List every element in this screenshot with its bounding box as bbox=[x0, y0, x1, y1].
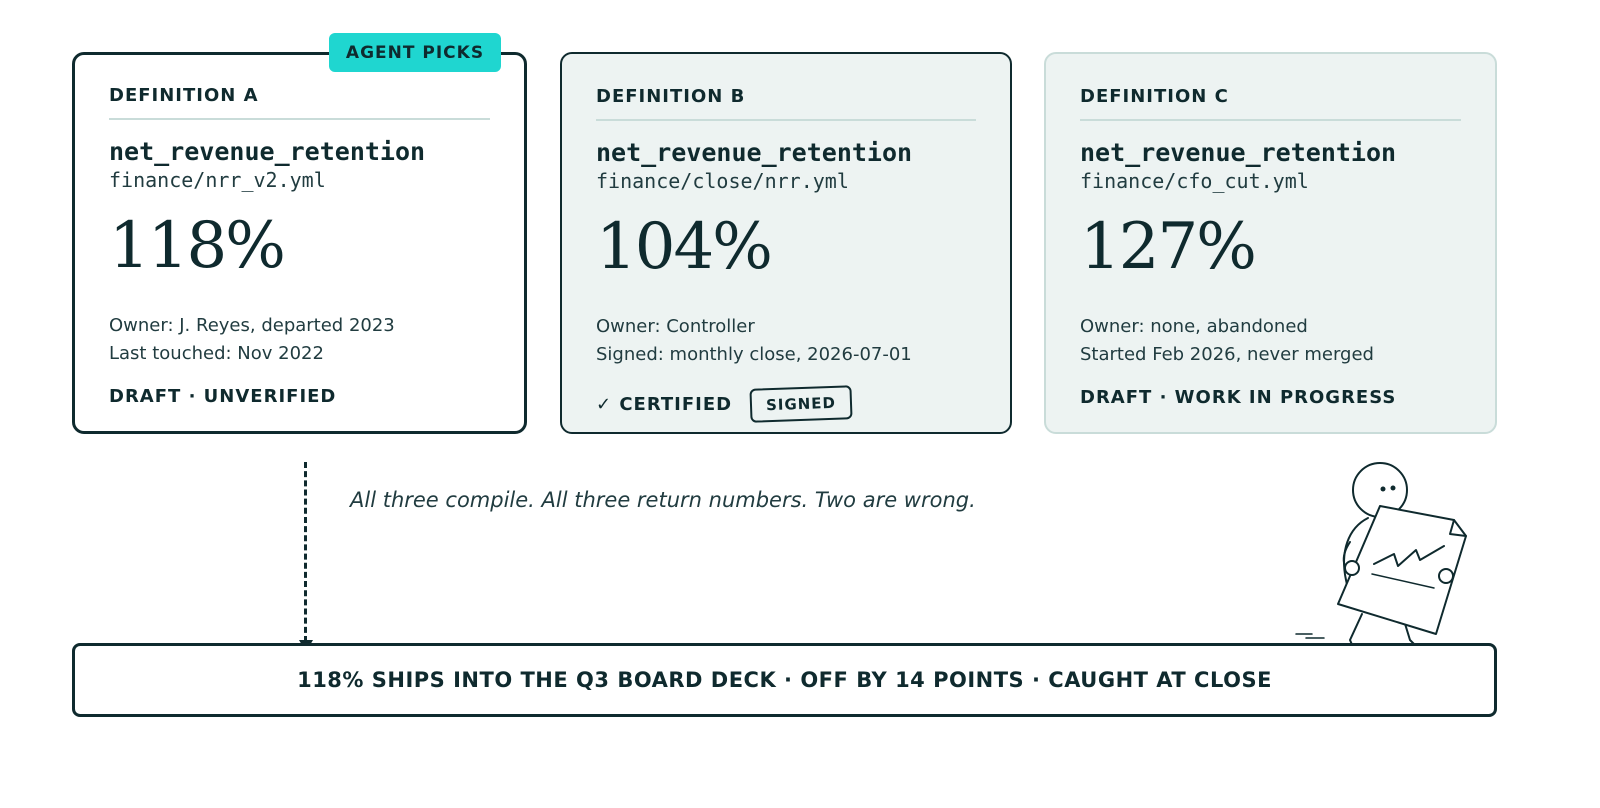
status-text: ✓ CERTIFIED bbox=[596, 393, 733, 415]
definition-c-card: DEFINITION C net_revenue_retention finan… bbox=[1044, 52, 1497, 434]
definition-a-card: DEFINITION A net_revenue_retention finan… bbox=[72, 52, 527, 434]
metric-name: net_revenue_retention bbox=[109, 137, 426, 166]
started-text: Started Feb 2026, never merged bbox=[1080, 344, 1374, 365]
dashed-arrow-line bbox=[304, 462, 307, 642]
card-label: DEFINITION A bbox=[109, 85, 490, 120]
result-banner: 118% SHIPS INTO THE Q3 BOARD DECK · OFF … bbox=[72, 643, 1497, 717]
status-text: DRAFT · UNVERIFIED bbox=[109, 386, 337, 407]
agent-picks-badge: AGENT PICKS bbox=[329, 33, 501, 72]
last-touched-text: Last touched: Nov 2022 bbox=[109, 343, 324, 364]
caption-text: All three compile. All three return numb… bbox=[350, 488, 976, 512]
card-label: DEFINITION C bbox=[1080, 86, 1461, 121]
card-meta: Owner: J. Reyes, departed 2023 Last touc… bbox=[109, 312, 490, 368]
status-label: DRAFT · UNVERIFIED bbox=[109, 386, 490, 407]
owner-text: Owner: J. Reyes, departed 2023 bbox=[109, 315, 395, 336]
signed-text: Signed: monthly close, 2026-07-01 bbox=[596, 344, 912, 365]
status-label: ✓ CERTIFIED SIGNED bbox=[596, 385, 976, 423]
definition-b-card: DEFINITION B net_revenue_retention finan… bbox=[560, 52, 1012, 434]
signed-stamp: SIGNED bbox=[749, 385, 853, 423]
metric-value: 118% bbox=[109, 209, 286, 283]
metric-value: 104% bbox=[596, 210, 773, 284]
metric-file-path: finance/close/nrr.yml bbox=[596, 169, 849, 193]
owner-text: Owner: none, abandoned bbox=[1080, 316, 1308, 337]
card-meta: Owner: Controller Signed: monthly close,… bbox=[596, 313, 976, 369]
mascot-carrying-chart-icon bbox=[1295, 462, 1467, 655]
card-meta: Owner: none, abandoned Started Feb 2026,… bbox=[1080, 313, 1461, 369]
card-label: DEFINITION B bbox=[596, 86, 976, 121]
metric-name: net_revenue_retention bbox=[596, 138, 913, 167]
metric-name: net_revenue_retention bbox=[1080, 138, 1397, 167]
status-label: DRAFT · WORK IN PROGRESS bbox=[1080, 387, 1461, 408]
metric-file-path: finance/cfo_cut.yml bbox=[1080, 169, 1309, 193]
metric-value: 127% bbox=[1080, 210, 1257, 284]
metric-file-path: finance/nrr_v2.yml bbox=[109, 168, 326, 192]
status-text: DRAFT · WORK IN PROGRESS bbox=[1080, 387, 1397, 408]
owner-text: Owner: Controller bbox=[596, 316, 755, 337]
result-text: 118% SHIPS INTO THE Q3 BOARD DECK · OFF … bbox=[297, 668, 1272, 692]
